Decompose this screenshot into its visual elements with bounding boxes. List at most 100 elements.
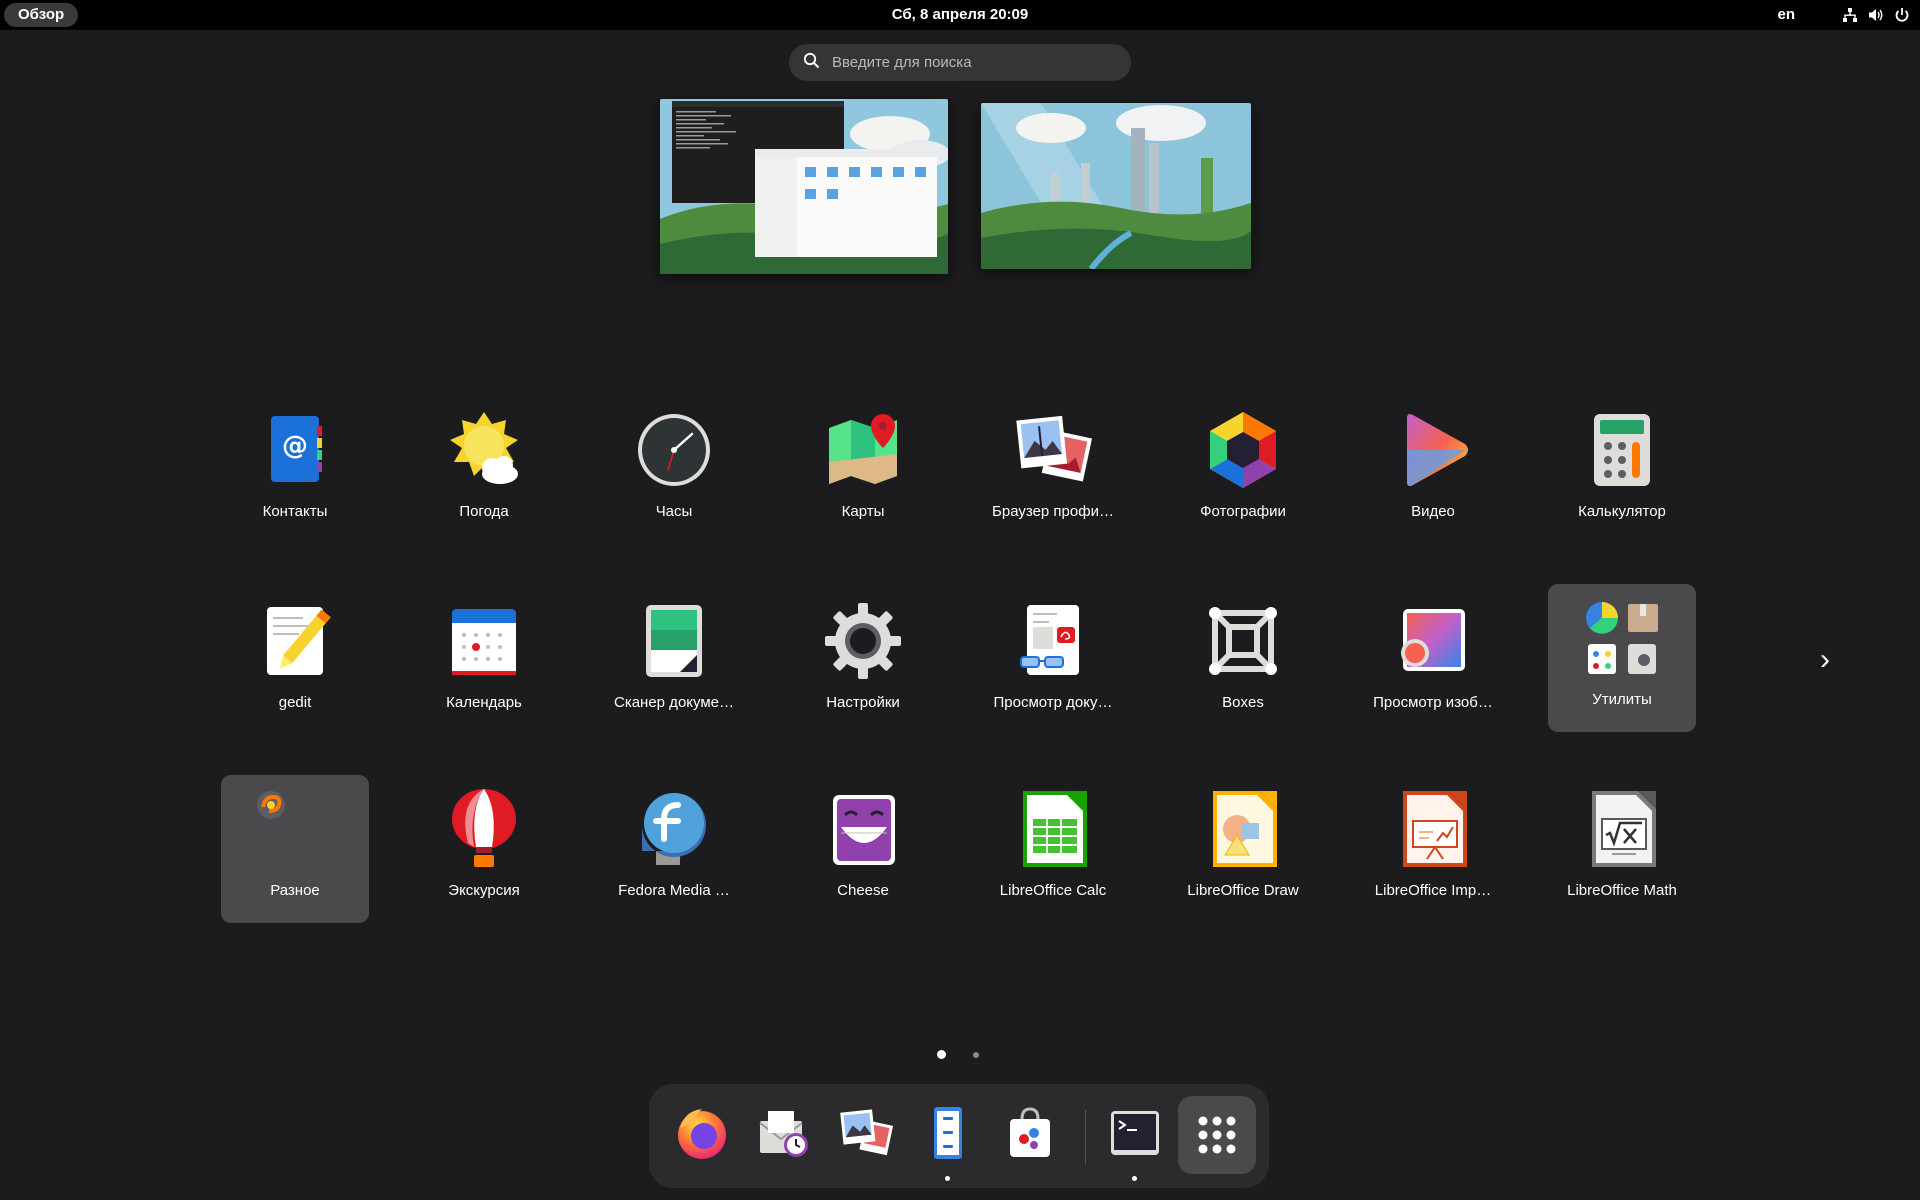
top-bar: Обзор Сб, 8 апреля 20:09 en bbox=[0, 0, 1920, 30]
app-gedit[interactable]: gedit bbox=[221, 587, 369, 735]
app-label: Контакты bbox=[262, 503, 328, 520]
network-icon[interactable] bbox=[1842, 7, 1858, 23]
app-label: Fedora Media … bbox=[618, 882, 730, 899]
file-cabinet-icon bbox=[934, 1107, 962, 1159]
firefox-icon bbox=[678, 1109, 726, 1159]
keyboard-layout-indicator[interactable]: en bbox=[1777, 0, 1795, 30]
app-photos[interactable]: Фотографии bbox=[1169, 396, 1317, 544]
app-label: Утилиты bbox=[1592, 691, 1652, 708]
page-indicator-2[interactable] bbox=[973, 1052, 979, 1058]
photos-icon bbox=[1210, 412, 1276, 488]
search-input[interactable] bbox=[830, 53, 1104, 72]
app-label: Видео bbox=[1411, 503, 1455, 520]
dash-files[interactable] bbox=[909, 1096, 987, 1181]
app-settings[interactable]: Настройки bbox=[789, 587, 937, 735]
app-label: Сканер докуме… bbox=[613, 694, 734, 711]
clock-display: Сб, 8 апреля 20:09 bbox=[0, 0, 1920, 30]
app-label: Браузер профи… bbox=[992, 503, 1114, 520]
app-label: gedit bbox=[278, 694, 312, 711]
image-browser-icon bbox=[1016, 415, 1092, 482]
photo-gallery-icon bbox=[840, 1109, 894, 1156]
app-libreoffice-calc[interactable]: LibreOffice Calc bbox=[979, 775, 1127, 923]
image-viewer-icon bbox=[1401, 609, 1465, 671]
libreoffice-draw-icon bbox=[1213, 791, 1277, 867]
fedora-media-writer-icon bbox=[642, 793, 706, 865]
app-document-viewer[interactable]: Просмотр доку… bbox=[979, 587, 1127, 735]
app-label: Просмотр доку… bbox=[993, 694, 1113, 711]
software-bag-icon bbox=[1010, 1107, 1050, 1157]
calendar-icon bbox=[452, 609, 516, 675]
app-label: Карты bbox=[841, 503, 885, 520]
show-apps-button[interactable] bbox=[1178, 1096, 1256, 1174]
app-calendar[interactable]: Календарь bbox=[410, 587, 558, 735]
misc-folder-icon bbox=[257, 791, 285, 819]
app-grid: @ Контакты Погода Часы Карты Браузер про… bbox=[0, 0, 1920, 1200]
workspace-thumbnail-1[interactable] bbox=[660, 99, 948, 274]
search-entry[interactable] bbox=[789, 44, 1131, 81]
app-label: LibreOffice Calc bbox=[999, 882, 1107, 899]
app-clocks[interactable]: Часы bbox=[600, 396, 748, 544]
app-label: Фотографии bbox=[1200, 503, 1286, 520]
app-label: Разное bbox=[270, 882, 320, 899]
page-indicator-1[interactable] bbox=[937, 1050, 946, 1059]
app-image-browser[interactable]: Браузер профи… bbox=[979, 396, 1127, 544]
folder-utilities[interactable]: Утилиты bbox=[1548, 584, 1696, 732]
settings-gear-icon bbox=[825, 603, 901, 679]
app-label: Часы bbox=[655, 503, 693, 520]
app-libreoffice-draw[interactable]: LibreOffice Draw bbox=[1169, 775, 1317, 923]
app-calculator[interactable]: Калькулятор bbox=[1548, 396, 1696, 544]
app-label: LibreOffice Imp… bbox=[1374, 882, 1492, 899]
search-icon bbox=[803, 52, 820, 74]
app-libreoffice-math[interactable]: LibreOffice Math bbox=[1548, 775, 1696, 923]
next-page-arrow[interactable]: › bbox=[1812, 640, 1838, 680]
boxes-icon bbox=[1209, 607, 1277, 675]
dash-firefox[interactable] bbox=[663, 1096, 741, 1174]
dash-evolution[interactable] bbox=[745, 1096, 823, 1174]
app-label: Экскурсия bbox=[448, 882, 520, 899]
libreoffice-calc-icon bbox=[1023, 791, 1087, 867]
svg-text:@: @ bbox=[282, 431, 308, 461]
datetime-label[interactable]: Сб, 8 апреля 20:09 bbox=[892, 6, 1028, 23]
video-icon bbox=[1407, 414, 1468, 486]
volume-icon[interactable] bbox=[1868, 7, 1884, 23]
weather-icon bbox=[450, 412, 518, 484]
app-label: Настройки bbox=[826, 694, 900, 711]
app-document-scanner[interactable]: Сканер докуме… bbox=[600, 587, 748, 735]
dash-terminal[interactable] bbox=[1096, 1096, 1174, 1181]
maps-icon bbox=[829, 414, 897, 484]
app-boxes[interactable]: Boxes bbox=[1169, 587, 1317, 735]
dash-software[interactable] bbox=[991, 1096, 1069, 1174]
app-label: Погода bbox=[459, 503, 509, 520]
activities-button[interactable]: Обзор bbox=[4, 3, 79, 27]
libreoffice-impress-icon bbox=[1403, 791, 1467, 867]
app-label: LibreOffice Math bbox=[1567, 882, 1677, 899]
folder-misc[interactable]: Разное bbox=[221, 775, 369, 923]
scanner-icon bbox=[646, 605, 702, 677]
app-tour[interactable]: Экскурсия bbox=[410, 775, 558, 923]
text-editor-icon bbox=[267, 607, 331, 675]
app-videos[interactable]: Видео bbox=[1359, 396, 1507, 544]
app-label: LibreOffice Draw bbox=[1187, 882, 1299, 899]
running-indicator bbox=[1132, 1176, 1137, 1181]
mail-clock-icon bbox=[759, 1111, 808, 1157]
clock-icon bbox=[638, 414, 710, 486]
system-menu[interactable] bbox=[1842, 0, 1910, 30]
app-weather[interactable]: Погода bbox=[410, 396, 558, 544]
app-contacts[interactable]: @ Контакты bbox=[221, 396, 369, 544]
app-fedora-media-writer[interactable]: Fedora Media … bbox=[600, 775, 748, 923]
dash-shotwell[interactable] bbox=[827, 1096, 905, 1174]
app-image-viewer[interactable]: Просмотр изоб… bbox=[1359, 587, 1507, 735]
app-label: Boxes bbox=[1222, 694, 1264, 711]
contacts-icon: @ bbox=[271, 416, 322, 482]
cheese-icon bbox=[833, 795, 895, 865]
power-icon[interactable] bbox=[1894, 7, 1910, 23]
app-cheese[interactable]: Cheese bbox=[789, 775, 937, 923]
app-maps[interactable]: Карты bbox=[789, 396, 937, 544]
app-label: Cheese bbox=[837, 882, 889, 899]
calculator-icon bbox=[1594, 414, 1650, 486]
dash-separator bbox=[1085, 1110, 1086, 1164]
app-libreoffice-impress[interactable]: LibreOffice Imp… bbox=[1359, 775, 1507, 923]
app-label: Календарь bbox=[446, 694, 522, 711]
terminal-icon bbox=[1111, 1111, 1159, 1155]
workspace-thumbnail-2[interactable] bbox=[981, 103, 1251, 269]
